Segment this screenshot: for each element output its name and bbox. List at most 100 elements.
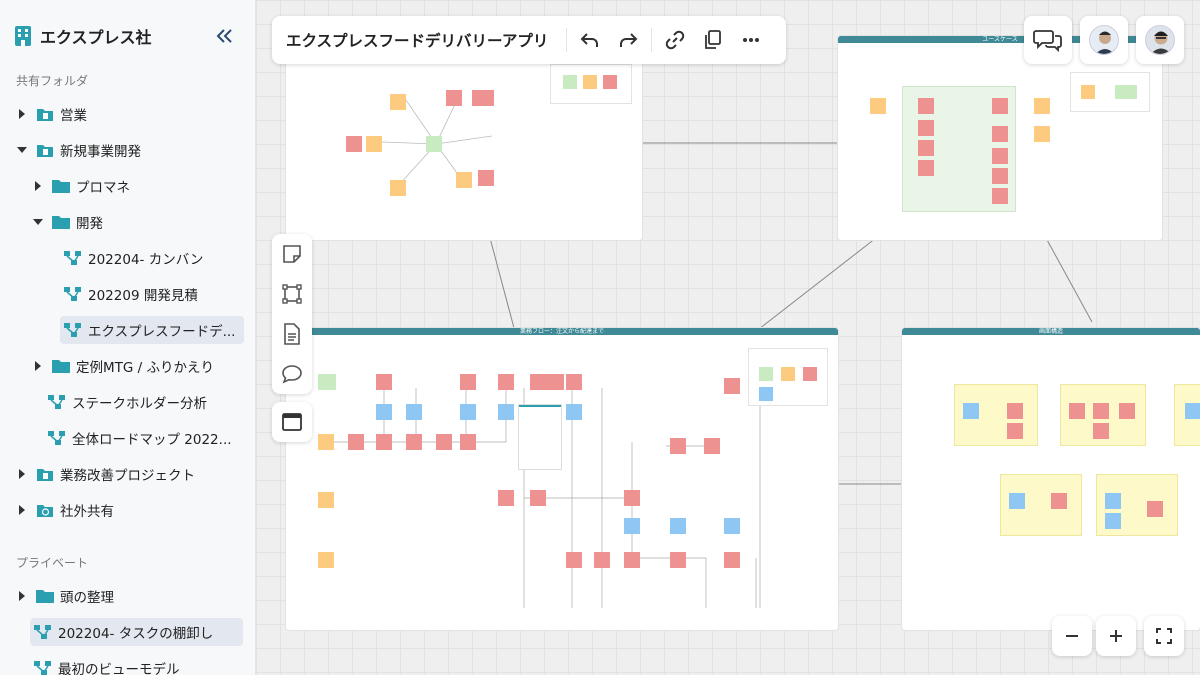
sidebar-item-estimate[interactable]: 202209 開発見積 (0, 280, 255, 308)
sticky-note[interactable] (498, 490, 514, 506)
sticky-note[interactable] (918, 140, 934, 156)
sticky-note[interactable] (1185, 403, 1200, 419)
sticky-note[interactable] (992, 126, 1008, 142)
sticky-note[interactable] (376, 404, 392, 420)
sticky-note[interactable] (390, 180, 406, 196)
sidebar-item-improvement[interactable]: 業務改善プロジェクト (0, 460, 255, 488)
sticky-note[interactable] (456, 172, 472, 188)
sidebar-item-new-business[interactable]: 新規事業開発 (0, 136, 255, 164)
zoom-in-button[interactable] (1096, 616, 1136, 656)
sticky-note[interactable] (406, 404, 422, 420)
sticky-note[interactable] (1009, 493, 1025, 509)
sticky-note[interactable] (992, 98, 1008, 114)
sticky-note[interactable] (1147, 501, 1163, 517)
sticky-note[interactable] (624, 552, 640, 568)
sticky-note[interactable] (478, 170, 494, 186)
sticky-note[interactable] (346, 136, 362, 152)
chat-comment-panel[interactable] (518, 404, 562, 470)
sticky-note-tool[interactable] (278, 240, 306, 268)
sticky-note[interactable] (1034, 126, 1050, 142)
sticky-note[interactable] (366, 136, 382, 152)
sticky-note[interactable] (1007, 403, 1023, 419)
sticky-note[interactable] (566, 404, 582, 420)
sticky-note[interactable] (594, 552, 610, 568)
sticky-note[interactable] (963, 403, 979, 419)
collapse-sidebar-button[interactable] (212, 24, 238, 48)
workspace-brand[interactable]: エクスプレス社 (14, 24, 152, 48)
sticky-note[interactable] (1069, 403, 1085, 419)
expand-triangle-icon[interactable] (16, 108, 28, 120)
sticky-note[interactable] (566, 374, 582, 390)
fullscreen-button[interactable] (1144, 616, 1184, 656)
sticky-note[interactable] (498, 404, 514, 420)
frame-tool[interactable] (278, 280, 306, 308)
sticky-note[interactable] (1105, 493, 1121, 509)
sticky-note[interactable] (436, 434, 452, 450)
sticky-note[interactable] (406, 434, 422, 450)
sticky-note[interactable] (472, 90, 494, 106)
sticky-note[interactable] (724, 378, 740, 394)
sticky-note[interactable] (318, 374, 336, 390)
sticky-note[interactable] (1119, 403, 1135, 419)
sticky-note[interactable] (670, 438, 686, 454)
sticky-note[interactable] (1034, 98, 1050, 114)
sidebar-item-kanban[interactable]: 202204- カンバン (0, 244, 255, 272)
sidebar-item-express-food[interactable]: エクスプレスフードデ... (0, 316, 255, 344)
expand-triangle-icon[interactable] (16, 504, 28, 516)
expand-triangle-icon[interactable] (32, 360, 44, 372)
frame-usecase[interactable]: ユースケース (838, 36, 1162, 240)
current-user-avatar-button[interactable] (1136, 16, 1184, 64)
sticky-note[interactable] (318, 552, 334, 568)
copy-link-button[interactable] (656, 21, 694, 59)
sticky-note[interactable] (530, 374, 564, 390)
undo-button[interactable] (571, 21, 609, 59)
sticky-note[interactable] (918, 160, 934, 176)
comment-tool[interactable] (278, 360, 306, 388)
sidebar-item-external-share[interactable]: 社外共有 (0, 496, 255, 524)
sidebar-item-development[interactable]: 開発 (0, 208, 255, 236)
sticky-note[interactable] (624, 518, 640, 534)
document-tool[interactable] (278, 320, 306, 348)
sticky-note[interactable] (498, 374, 514, 390)
sidebar-item-sales[interactable]: 営業 (0, 100, 255, 128)
sticky-note[interactable] (1051, 493, 1067, 509)
duplicate-button[interactable] (694, 21, 732, 59)
template-panel-button[interactable] (272, 402, 312, 442)
sticky-note[interactable] (870, 98, 886, 114)
sticky-note[interactable] (318, 434, 334, 450)
expand-triangle-icon[interactable] (16, 468, 28, 480)
sticky-note[interactable] (460, 434, 476, 450)
sidebar-item-project-management[interactable]: プロマネ (0, 172, 255, 200)
frame-screen-structure[interactable]: 画面構造 (902, 328, 1200, 630)
sticky-note[interactable] (670, 552, 686, 568)
sticky-note[interactable] (566, 552, 582, 568)
more-options-button[interactable] (732, 21, 770, 59)
sticky-note[interactable] (530, 490, 546, 506)
sidebar-item-thoughts[interactable]: 頭の整理 (0, 582, 255, 610)
sidebar-item-task-inventory[interactable]: 202204- タスクの棚卸し (0, 618, 255, 646)
collapse-triangle-icon[interactable] (32, 216, 44, 228)
frame-mindmap[interactable] (286, 40, 642, 240)
collaborator-avatar-button[interactable] (1080, 16, 1128, 64)
sticky-note[interactable] (390, 94, 406, 110)
sticky-note[interactable] (446, 90, 462, 106)
sticky-note[interactable] (704, 438, 720, 454)
frame-business-flow[interactable]: 業務フロー：注文から配達まで (286, 328, 838, 630)
sticky-note[interactable] (992, 148, 1008, 164)
sticky-note[interactable] (1093, 403, 1109, 419)
sticky-note[interactable] (460, 404, 476, 420)
collapse-triangle-icon[interactable] (16, 144, 28, 156)
sidebar-item-first-view-model[interactable]: 最初のビューモデル (0, 654, 255, 675)
sticky-note[interactable] (1093, 423, 1109, 439)
sticky-note[interactable] (918, 120, 934, 136)
sticky-note[interactable] (1105, 513, 1121, 529)
sidebar-item-stakeholder[interactable]: ステークホルダー分析 (0, 388, 255, 416)
board-title[interactable]: エクスプレスフードデリバリーアプリ (286, 29, 562, 51)
board-canvas[interactable]: ユースケース 業務フロー：注文から配達まで 画面構造 (256, 0, 1200, 675)
expand-triangle-icon[interactable] (16, 590, 28, 602)
sticky-note[interactable] (348, 434, 364, 450)
expand-triangle-icon[interactable] (32, 180, 44, 192)
sticky-note[interactable] (318, 492, 334, 508)
sidebar-item-regular-mtg[interactable]: 定例MTG / ふりかえり (0, 352, 255, 380)
sticky-note[interactable] (426, 136, 442, 152)
